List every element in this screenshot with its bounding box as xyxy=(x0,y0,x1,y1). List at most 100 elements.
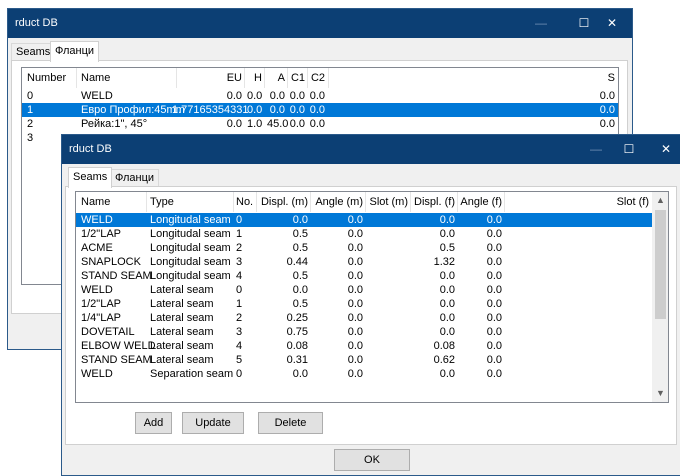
column-header[interactable]: Angle (f) xyxy=(459,195,502,209)
cell: 0.0 xyxy=(486,214,502,226)
cell: 0.44 xyxy=(286,256,308,268)
cell xyxy=(366,325,408,339)
column-header[interactable]: Number xyxy=(27,71,66,85)
chevron-up-icon[interactable]: ▲ xyxy=(652,192,668,209)
tab-seams[interactable]: Seams xyxy=(11,43,56,61)
cell xyxy=(366,241,408,255)
seams-rows: WELD Longitudal seam 0 0.0 0.0 0.0 0.0 1/2"LAP L… xyxy=(76,213,653,402)
table-row[interactable]: 1 Евро Профил:45mm 1.77165354331 0.0 0.0 0.0 0… xyxy=(22,103,618,117)
scrollbar-thumb[interactable] xyxy=(655,210,666,319)
column-header[interactable]: C1 xyxy=(289,71,305,85)
cell: 0.25 xyxy=(286,312,308,324)
add-button[interactable]: Add xyxy=(135,412,172,434)
column-header[interactable]: EU xyxy=(212,71,242,85)
table-row[interactable]: 2 Рейка:1", 45° 0.0 1.0 45.0 0.0 0.0 0.0 xyxy=(22,117,618,131)
cell: 0.0 xyxy=(309,118,325,130)
tab-seams[interactable]: Seams xyxy=(68,167,113,188)
delete-button[interactable]: Delete xyxy=(258,412,323,434)
table-row[interactable]: WELD Longitudal seam 0 0.0 0.0 0.0 0.0 xyxy=(76,213,653,227)
table-row[interactable]: STAND SEAM Lateral seam 5 0.31 0.0 0.62 0.0 xyxy=(76,353,653,367)
column-header[interactable]: Displ. (m) xyxy=(258,195,308,209)
back-window-titlebar[interactable]: rduct DB — ☐ ✕ xyxy=(8,9,632,38)
cell: Separation seam xyxy=(150,368,234,380)
cell: 0.0 xyxy=(292,368,308,380)
cell: 0.0 xyxy=(347,214,363,226)
cell: 0.0 xyxy=(486,284,502,296)
column-header[interactable]: Type xyxy=(150,195,174,209)
cell: 1/4"LAP xyxy=(81,312,121,324)
cell: 0.0 xyxy=(439,312,455,324)
cell: 0.0 xyxy=(486,340,502,352)
table-row[interactable]: 1/2"LAP Lateral seam 1 0.5 0.0 0.0 0.0 xyxy=(76,297,653,311)
table-row[interactable]: DOVETAIL Lateral seam 3 0.75 0.0 0.0 0.0 xyxy=(76,325,653,339)
minimize-icon[interactable]: — xyxy=(519,9,563,38)
cell: 0.0 xyxy=(439,228,455,240)
table-row[interactable]: ACME Longitudal seam 2 0.5 0.0 0.5 0.0 xyxy=(76,241,653,255)
cell: 2 xyxy=(27,118,34,130)
column-header[interactable]: A xyxy=(267,71,285,85)
front-window: rduct DB — ☐ ✕ Seams Фланци Name Type No… xyxy=(61,134,680,476)
cell: 0.62 xyxy=(433,354,455,366)
cell: Lateral seam xyxy=(150,312,214,324)
cell: 0.0 xyxy=(247,104,263,116)
tab-flanges[interactable]: Фланци xyxy=(50,41,100,62)
cell: Longitudal seam xyxy=(150,228,231,240)
cell: 0.0 xyxy=(486,270,502,282)
table-row[interactable]: 1/4"LAP Lateral seam 2 0.25 0.0 0.0 0.0 xyxy=(76,311,653,325)
column-header[interactable]: Name xyxy=(81,195,110,209)
column-header[interactable]: C2 xyxy=(309,71,325,85)
table-row[interactable]: ELBOW WELD Lateral seam 4 0.08 0.0 0.08 0.0 xyxy=(76,339,653,353)
cell: Lateral seam xyxy=(150,354,214,366)
cell: 0.0 xyxy=(292,284,308,296)
cell: STAND SEAM xyxy=(81,354,152,366)
cell: 0.0 xyxy=(309,104,325,116)
cell: 0.0 xyxy=(289,118,305,130)
cell: 1/2"LAP xyxy=(81,298,121,310)
column-header[interactable]: Angle (m) xyxy=(312,195,363,209)
cell: 0.0 xyxy=(289,90,305,102)
table-row[interactable]: 1/2"LAP Longitudal seam 1 0.5 0.0 0.0 0.0 xyxy=(76,227,653,241)
cell: 1/2"LAP xyxy=(81,228,121,240)
column-header[interactable]: S xyxy=(582,71,615,85)
seams-list[interactable]: Name Type No. Displ. (m) Angle (m) Slot … xyxy=(75,191,669,403)
chevron-down-icon[interactable]: ▼ xyxy=(652,385,668,402)
tab-flanges[interactable]: Фланци xyxy=(110,169,160,187)
cell: 0.0 xyxy=(486,312,502,324)
cell: 0.0 xyxy=(439,214,455,226)
column-header[interactable]: Displ. (f) xyxy=(411,195,455,209)
cell: 45.0 xyxy=(267,118,289,130)
close-icon[interactable]: ✕ xyxy=(644,135,680,164)
cell: 0.0 xyxy=(347,228,363,240)
cell xyxy=(366,367,408,381)
close-icon[interactable]: ✕ xyxy=(590,9,634,38)
update-button[interactable]: Update xyxy=(182,412,244,434)
cell: 0.08 xyxy=(286,340,308,352)
table-row[interactable]: SNAPLOCK Longitudal seam 3 0.44 0.0 1.32 0.0 xyxy=(76,255,653,269)
column-header[interactable]: No. xyxy=(236,195,253,209)
cell: 2 xyxy=(236,242,243,254)
cell: 0.75 xyxy=(286,326,308,338)
column-header[interactable]: Name xyxy=(81,71,110,85)
vertical-scrollbar[interactable]: ▲ ▼ xyxy=(652,192,668,402)
cell: 0.5 xyxy=(292,270,308,282)
cell: 1 xyxy=(236,298,243,310)
cell: 0.0 xyxy=(486,354,502,366)
cell: 0.0 xyxy=(309,90,325,102)
table-row[interactable]: 0 WELD 0.0 0.0 0.0 0.0 0.0 0.0 xyxy=(22,89,618,103)
cell: 0.0 xyxy=(486,326,502,338)
table-row[interactable]: WELD Separation seam 0 0.0 0.0 0.0 0.0 xyxy=(76,367,653,381)
cell: Longitudal seam xyxy=(150,270,231,282)
cell: 0.0 xyxy=(439,284,455,296)
table-row[interactable]: WELD Lateral seam 0 0.0 0.0 0.0 0.0 xyxy=(76,283,653,297)
table-row[interactable]: STAND SEAM Longitudal seam 4 0.5 0.0 0.0 0.0 xyxy=(76,269,653,283)
column-header[interactable]: Slot (f) xyxy=(576,195,649,209)
front-window-titlebar[interactable]: rduct DB — ☐ ✕ xyxy=(62,135,680,164)
cell: 0.0 xyxy=(347,326,363,338)
cell: 4 xyxy=(236,270,243,282)
cell: 0.0 xyxy=(439,368,455,380)
cell: WELD xyxy=(81,368,113,380)
column-header[interactable]: H xyxy=(247,71,262,85)
cell: Рейка:1", 45° xyxy=(81,118,148,130)
column-header[interactable]: Slot (m) xyxy=(366,195,409,209)
cell: 1.0 xyxy=(247,118,263,130)
